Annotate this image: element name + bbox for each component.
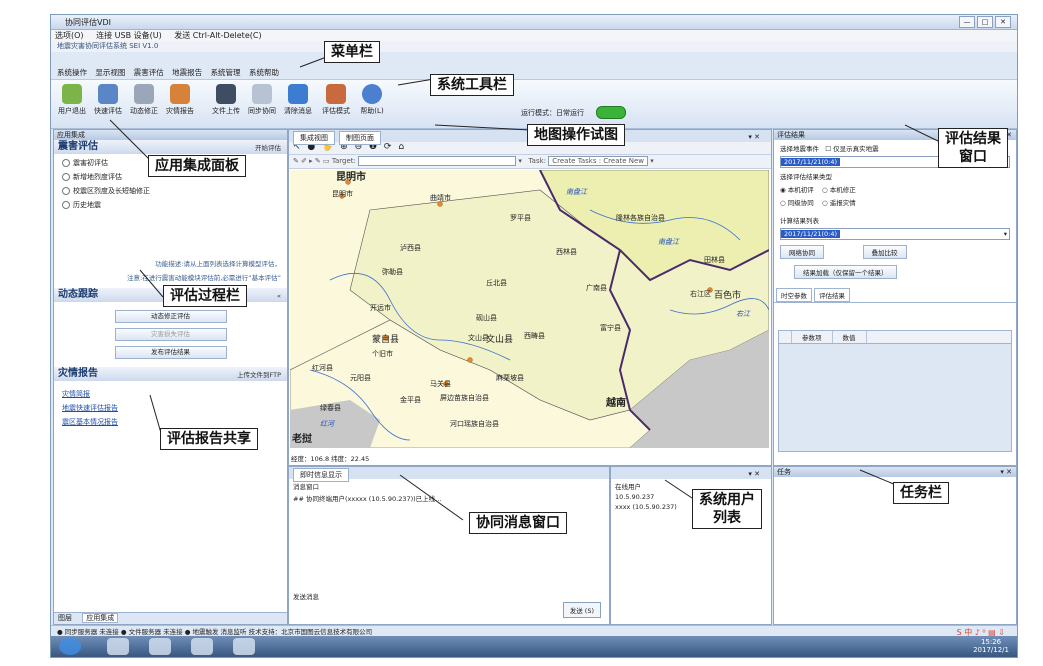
annotation-task-bar: 任务栏 — [893, 482, 949, 504]
annotation-result-window: 评估结果窗口 — [938, 128, 1008, 168]
annotation-map-view: 地图操作试图 — [527, 124, 625, 146]
annotation-process-bar: 评估过程栏 — [163, 285, 247, 307]
annotation-lines — [109, 49, 941, 521]
annotation-collab-window: 协同消息窗口 — [469, 512, 567, 534]
annotation-report-share: 评估报告共享 — [160, 428, 258, 450]
annotation-menu-bar: 菜单栏 — [324, 41, 380, 63]
annotation-user-list: 系统用户列表 — [692, 489, 762, 529]
annotation-app-panel: 应用集成面板 — [148, 155, 246, 177]
annotation-system-toolbar: 系统工具栏 — [430, 74, 514, 96]
